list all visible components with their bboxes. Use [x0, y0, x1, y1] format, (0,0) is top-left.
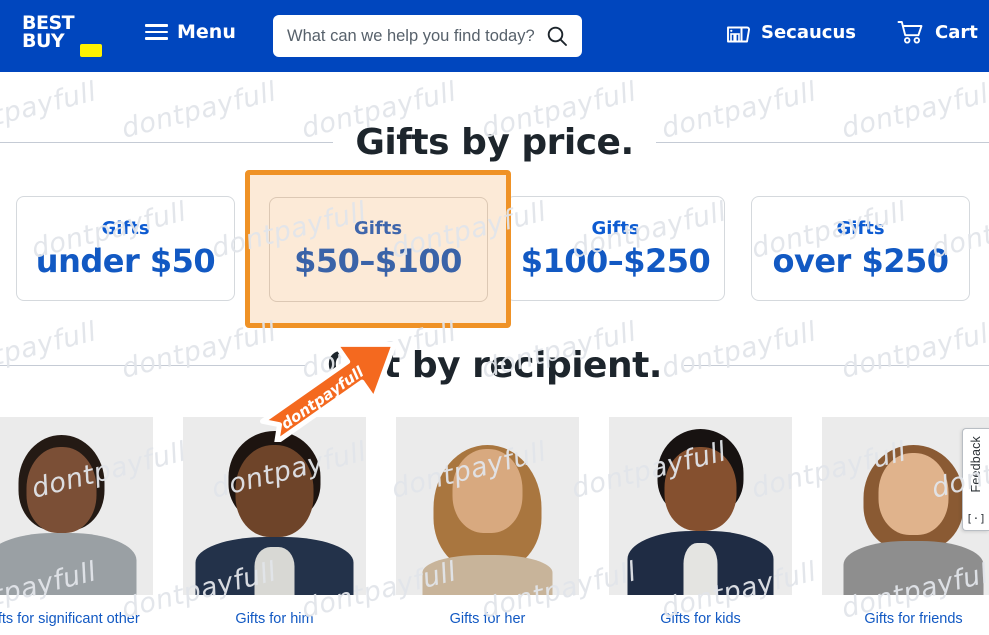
recipient-label: Gifts for kids: [660, 611, 741, 627]
recipient-label: Gifts for friends: [864, 611, 963, 627]
recipient-photo: [0, 417, 153, 595]
search-bar: [273, 15, 582, 57]
portrait-illustration: [0, 417, 153, 595]
recipient-card-row: Gifts for significant other Gifts for hi…: [0, 417, 989, 627]
expand-icon: [·]: [966, 512, 986, 525]
price-card-eyebrow: Gifts: [353, 218, 403, 239]
recipient-photo: [183, 417, 366, 595]
heading-rule-right: [683, 365, 989, 366]
cart-icon: [897, 21, 923, 44]
feedback-label: Feedback: [969, 436, 983, 493]
hamburger-icon: [145, 24, 168, 40]
heading-rule-left: [0, 365, 306, 366]
recipient-label: Gifts for her: [449, 611, 526, 627]
price-card-range: $100–$250: [520, 241, 711, 280]
recipient-card-him[interactable]: Gifts for him: [183, 417, 366, 627]
menu-label: Menu: [177, 21, 236, 43]
price-card-range: $50–$100: [294, 242, 462, 280]
price-card-over-250[interactable]: Gifts over $250: [751, 196, 970, 301]
menu-button[interactable]: Menu: [145, 21, 236, 43]
recipient-card-significant-other[interactable]: Gifts for significant other: [0, 417, 153, 627]
price-card-eyebrow: Gifts: [101, 217, 150, 239]
price-card-eyebrow: Gifts: [836, 217, 885, 239]
store-label: Secaucus: [761, 22, 857, 43]
search-button[interactable]: [535, 16, 579, 56]
gift-by-recipient-heading: Gift by recipient.: [0, 345, 989, 386]
recipient-label: Gifts for significant other: [0, 611, 140, 627]
cart-label: Cart: [935, 22, 978, 43]
portrait-illustration: [609, 417, 792, 595]
recipient-card-kids[interactable]: Gifts for kids: [609, 417, 792, 627]
recipient-label: Gifts for him: [235, 611, 314, 627]
price-card-100-250[interactable]: Gifts $100–$250: [506, 196, 725, 301]
page-root: BEST BUY Menu What can we help you find …: [0, 0, 989, 635]
portrait-illustration: [183, 417, 366, 595]
heading-rule-right: [655, 142, 989, 143]
search-input[interactable]: [273, 16, 535, 56]
price-tag-icon: [80, 44, 102, 57]
page-title: Gifts by price.: [355, 122, 634, 163]
price-card-50-100-highlight[interactable]: Gifts $50–$100: [245, 170, 511, 328]
site-header: BEST BUY Menu What can we help you find …: [0, 0, 989, 72]
price-card-range: over $250: [772, 241, 949, 280]
recipient-photo: [396, 417, 579, 595]
bestbuy-logo[interactable]: BEST BUY: [22, 14, 102, 58]
gifts-by-price-heading: Gifts by price.: [0, 122, 989, 163]
heading-rule-left: [0, 142, 334, 143]
section-title-recipient: Gift by recipient.: [327, 345, 662, 386]
cart-button[interactable]: Cart: [897, 20, 978, 45]
price-card-under-50[interactable]: Gifts under $50: [16, 196, 235, 301]
recipient-photo: [609, 417, 792, 595]
portrait-illustration: [396, 417, 579, 595]
price-card-50-100[interactable]: Gifts $50–$100: [268, 196, 488, 302]
store-icon: [727, 26, 751, 43]
feedback-tab[interactable]: Feedback [·]: [962, 428, 989, 531]
recipient-card-her[interactable]: Gifts for her: [396, 417, 579, 627]
price-card-eyebrow: Gifts: [591, 217, 640, 239]
price-card-range: under $50: [35, 241, 216, 280]
store-locator-button[interactable]: Secaucus: [725, 20, 856, 45]
search-icon: [547, 26, 567, 46]
